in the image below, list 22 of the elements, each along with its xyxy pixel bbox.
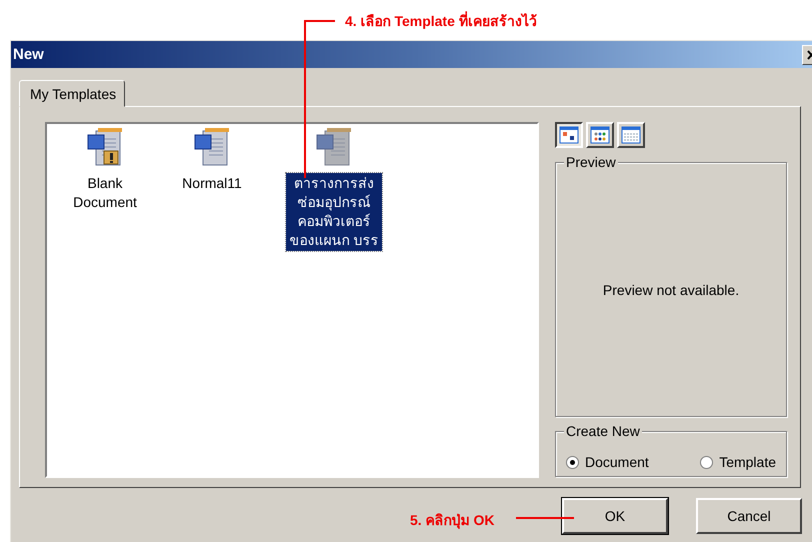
radio-option[interactable]: Template xyxy=(700,454,776,470)
cancel-button[interactable]: Cancel xyxy=(696,498,802,534)
template-label[interactable]: Normal11 xyxy=(178,173,246,194)
small-icons-view-icon xyxy=(590,126,610,144)
document-icon xyxy=(315,127,353,167)
tab[interactable]: My Templates xyxy=(19,80,126,107)
template-label[interactable]: ตารางการส่ง ซ่อมอุปกรณ์ คอมพิวเตอร์ ของแผนก บรร xyxy=(286,173,382,251)
annotation-text: 4. เลือก Template ที่เคยสร้างไว้ xyxy=(345,10,537,31)
group-label: Create New xyxy=(564,423,642,440)
preview-message: Preview not available. xyxy=(602,282,740,298)
large-icons-view-icon xyxy=(559,126,579,144)
template-label[interactable]: Blank Document xyxy=(69,173,141,213)
group-label: Preview xyxy=(564,154,618,170)
ok-button[interactable]: OK xyxy=(562,498,668,534)
leader-line xyxy=(516,516,574,520)
annotation-text: 5. คลิกปุ่ม OK xyxy=(410,511,494,531)
radio-option[interactable]: Document xyxy=(566,454,649,470)
document-icon xyxy=(193,127,231,167)
document-warning-icon xyxy=(86,127,124,167)
details-view-icon xyxy=(621,126,641,144)
window-title: New xyxy=(12,46,44,63)
view-button[interactable] xyxy=(555,122,583,148)
